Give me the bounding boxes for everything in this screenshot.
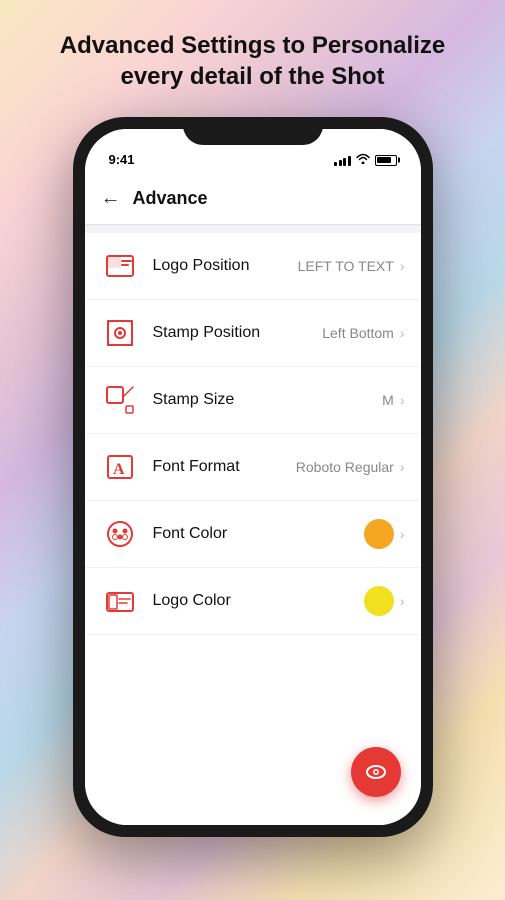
wifi-icon (356, 153, 370, 167)
status-time: 9:41 (109, 152, 135, 167)
fab-button[interactable] (351, 747, 401, 797)
phone-frame: 9:41 (73, 117, 433, 837)
logo-color-chevron: › (400, 593, 405, 609)
stamp-size-chevron: › (400, 392, 405, 408)
page-header: Advanced Settings to Personalize every d… (0, 0, 505, 112)
stamp-position-chevron: › (400, 325, 405, 341)
stamp-size-row[interactable]: Stamp Size M › (85, 367, 421, 434)
font-color-chevron: › (400, 526, 405, 542)
phone-screen: 9:41 (85, 129, 421, 825)
logo-color-label: Logo Color (153, 592, 364, 610)
logo-position-icon (101, 247, 139, 285)
font-format-value: Roboto Regular (296, 459, 394, 475)
logo-color-dot (364, 586, 394, 616)
eye-icon (364, 760, 388, 784)
logo-color-row[interactable]: Logo Color › (85, 568, 421, 635)
font-color-row[interactable]: Font Color › (85, 501, 421, 568)
font-format-row[interactable]: A Font Format Roboto Regular › (85, 434, 421, 501)
svg-text:A: A (113, 461, 125, 478)
stamp-size-label: Stamp Size (153, 391, 383, 409)
notch (183, 117, 323, 145)
status-icons (334, 153, 397, 167)
signal-icon (334, 154, 351, 166)
settings-list: Logo Position LEFT TO TEXT › (85, 233, 421, 825)
nav-title: Advance (133, 188, 208, 209)
logo-position-row[interactable]: Logo Position LEFT TO TEXT › (85, 233, 421, 300)
battery-icon (375, 155, 397, 166)
stamp-size-value: M (382, 392, 394, 408)
logo-position-chevron: › (400, 258, 405, 274)
font-color-dot (364, 519, 394, 549)
font-format-label: Font Format (153, 458, 296, 476)
phone-mockup: 9:41 (73, 117, 433, 837)
stamp-position-row[interactable]: Stamp Position Left Bottom › (85, 300, 421, 367)
font-format-chevron: › (400, 459, 405, 475)
font-format-icon: A (101, 448, 139, 486)
font-color-label: Font Color (153, 525, 364, 543)
logo-position-label: Logo Position (153, 257, 298, 275)
nav-bar: ← Advance (85, 173, 421, 225)
font-color-icon (101, 515, 139, 553)
logo-color-icon (101, 582, 139, 620)
stamp-position-value: Left Bottom (322, 325, 394, 341)
back-button[interactable]: ← (101, 187, 121, 210)
stamp-position-icon (101, 314, 139, 352)
stamp-position-label: Stamp Position (153, 324, 323, 342)
stamp-size-icon (101, 381, 139, 419)
logo-position-value: LEFT TO TEXT (298, 258, 394, 274)
